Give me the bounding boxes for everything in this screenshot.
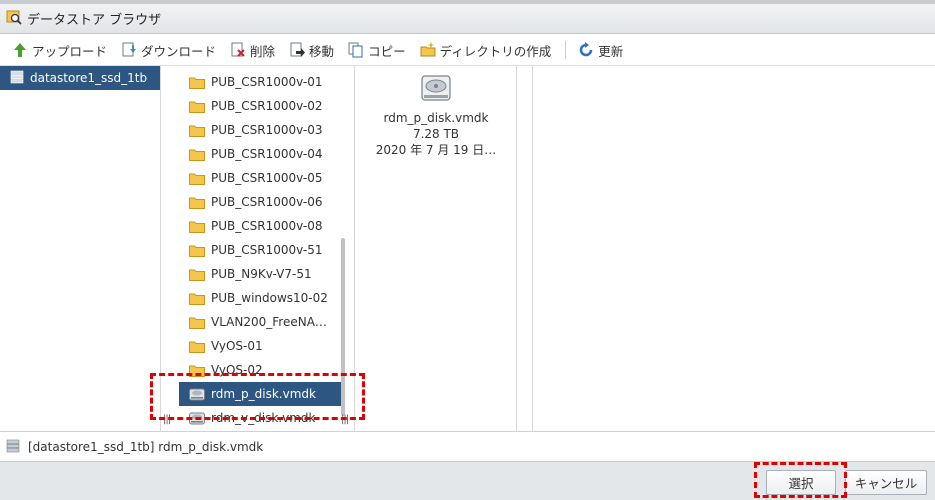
folder-row-label: PUB_N9Kv-V7-51 [211,267,312,281]
folder-row-label: VyOS-01 [211,339,263,353]
browser-panes: datastore1_ssd_1tb PUB_CSR1000v-01 PUB_CS… [0,66,935,432]
toolbar-separator [565,41,567,59]
folder-icon [189,100,205,113]
delete-icon [230,42,246,58]
folder-row[interactable]: PUB_N9Kv-V7-51 [179,262,344,286]
file-row[interactable]: rdm_p_disk.vmdk [179,382,344,406]
folder-row[interactable]: PUB_CSR1000v-08 [179,214,344,238]
datastore-browser-icon [6,9,22,28]
folder-icon [189,124,205,137]
folder-icon [189,76,205,89]
folder-row-label: PUB_CSR1000v-51 [211,243,323,257]
status-bar: [datastore1_ssd_1tb] rdm_p_disk.vmdk [0,433,935,461]
download-label: ダウンロード [141,43,217,59]
delete-label: 削除 [250,43,276,59]
folder-row[interactable]: PUB_CSR1000v-51 [179,238,344,262]
details-file-size: 7.28 TB [412,127,460,141]
status-path: [datastore1_ssd_1tb] rdm_p_disk.vmdk [28,440,264,454]
move-label: 移動 [309,43,335,59]
refresh-button[interactable]: 更新 [578,41,623,60]
folder-row-label: VyOS-02 [211,363,263,377]
folder-list: PUB_CSR1000v-01 PUB_CSR1000v-02 PUB_CSR100… [179,70,344,430]
folder-row[interactable]: PUB_CSR1000v-01 [179,70,344,94]
column-resize-handle-right[interactable]: ||| [341,414,349,425]
folder-row-label: PUB_CSR1000v-08 [211,219,323,233]
folder-row[interactable]: PUB_CSR1000v-04 [179,142,344,166]
datastore-label: datastore1_ssd_1tb [30,71,148,85]
copy-label: コピー [368,43,406,59]
toolbar: アップロード ダウンロード 削除 移動 コピー ディレクトリの作成 更新 [0,35,935,66]
empty-column [517,66,533,432]
dialog-footer: 選択 キャンセル [0,461,935,500]
move-button[interactable]: 移動 [289,41,334,60]
folder-row-label: PUB_CSR1000v-04 [211,147,323,161]
column-resize-handle[interactable]: ||| [163,414,171,425]
file-row[interactable]: rdm_v_disk.vmdk [179,406,344,430]
folder-icon [189,316,205,329]
folder-row-label: VLAN200_FreeNA… [211,315,327,329]
folder-icon [189,172,205,185]
upload-label: アップロード [32,43,108,59]
folder-icon [189,244,205,257]
create-directory-button[interactable]: ディレクトリの作成 [420,41,552,60]
folder-row[interactable]: PUB_windows10-02 [179,286,344,310]
delete-button[interactable]: 削除 [230,41,275,60]
folder-icon [189,148,205,161]
folder-row[interactable]: VyOS-02 [179,358,344,382]
folder-icon [189,292,205,305]
folder-row[interactable]: PUB_CSR1000v-03 [179,118,344,142]
disk-drive-icon [421,75,451,101]
file-details-pane: rdm_p_disk.vmdk 7.28 TB 2020 年 7 月 19 日…… [355,66,517,432]
window-title: データストア ブラウザ [27,13,162,28]
download-icon [121,42,137,58]
refresh-icon [578,42,594,58]
refresh-label: 更新 [598,43,624,59]
folder-row-label: PUB_CSR1000v-06 [211,195,323,209]
title-bar: データストア ブラウザ [0,4,935,34]
folder-icon [189,340,205,353]
details-file-name: rdm_p_disk.vmdk [383,111,489,125]
folder-row-label: PUB_windows10-02 [211,291,328,305]
disk-file-icon [189,412,205,425]
disk-file-icon [189,388,205,401]
folder-row-label: PUB_CSR1000v-02 [211,99,323,113]
folder-row-label: PUB_CSR1000v-05 [211,171,323,185]
datastore-icon [10,70,24,87]
datastore-item[interactable]: datastore1_ssd_1tb [0,66,160,90]
folder-row-label: rdm_p_disk.vmdk [211,387,316,401]
folder-row[interactable]: PUB_CSR1000v-06 [179,190,344,214]
folder-pane: PUB_CSR1000v-01 PUB_CSR1000v-02 PUB_CSR100… [161,66,355,432]
folder-icon [189,196,205,209]
folder-row[interactable]: VLAN200_FreeNA… [179,310,344,334]
folder-icon [189,364,205,377]
cancel-button[interactable]: キャンセル [845,470,927,495]
folder-row-label: PUB_CSR1000v-01 [211,75,323,89]
folder-row[interactable]: PUB_CSR1000v-05 [179,166,344,190]
new-folder-icon [420,42,436,58]
move-icon [289,42,306,58]
folder-row-label: PUB_CSR1000v-03 [211,123,323,137]
create-directory-label: ディレクトリの作成 [439,43,552,59]
folder-row[interactable]: VyOS-01 [179,334,344,358]
download-button[interactable]: ダウンロード [121,41,216,60]
folder-scrollbar[interactable] [341,238,345,416]
folder-icon [189,220,205,233]
folder-row-label: rdm_v_disk.vmdk [211,411,316,425]
datastore-pane: datastore1_ssd_1tb [0,66,161,432]
upload-arrow-icon [12,42,28,58]
upload-button[interactable]: アップロード [12,41,107,60]
folder-row[interactable]: PUB_CSR1000v-02 [179,94,344,118]
status-datastore-icon [6,439,20,456]
details-file-date: 2020 年 7 月 19 日… [375,143,497,157]
select-button[interactable]: 選択 [766,470,836,495]
copy-button[interactable]: コピー [348,41,406,60]
folder-icon [189,268,205,281]
file-details[interactable]: rdm_p_disk.vmdk 7.28 TB 2020 年 7 月 19 日… [355,74,516,158]
copy-icon [348,42,364,58]
